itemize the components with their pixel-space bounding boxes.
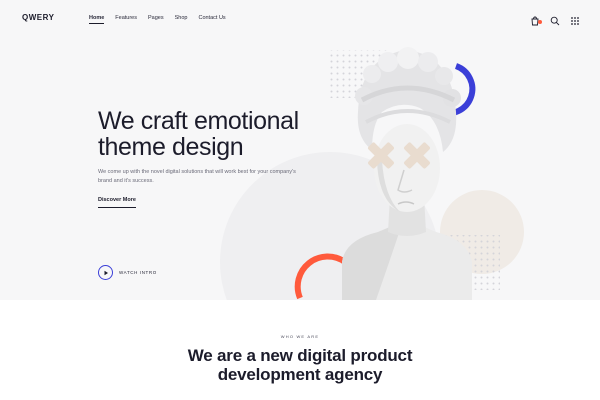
- x-eye-right: [404, 142, 430, 169]
- header-icons: [530, 13, 580, 26]
- red-arc: [294, 253, 347, 300]
- nav-features[interactable]: Features: [115, 15, 137, 21]
- nav-pages[interactable]: Pages: [148, 15, 164, 21]
- section-title: We are a new digital product development…: [150, 346, 450, 384]
- nav-contact-us[interactable]: Contact Us: [198, 15, 225, 21]
- hero-title-line1: We craft emotional: [98, 107, 299, 135]
- hero-subtitle: We come up with the novel digital soluti…: [98, 169, 296, 184]
- grid-menu-icon[interactable]: [570, 13, 580, 25]
- play-icon[interactable]: [98, 265, 113, 280]
- main-nav: Home Features Pages Shop Contact Us: [89, 15, 226, 24]
- section-eyebrow: WHO WE ARE: [280, 334, 320, 339]
- cart-badge: [538, 20, 542, 24]
- search-icon[interactable]: [550, 13, 560, 26]
- cart-icon[interactable]: [530, 13, 542, 26]
- watch-intro-button[interactable]: WATCH INTRO: [98, 265, 157, 280]
- hero-section: QWERY Home Features Pages Shop Contact U…: [0, 0, 600, 300]
- dot-pattern-bottom: [440, 235, 500, 290]
- beige-circle: [440, 190, 524, 274]
- watch-intro-label: WATCH INTRO: [119, 270, 157, 275]
- statue-bust: [342, 47, 472, 300]
- discover-more-button[interactable]: Discover More: [98, 197, 136, 208]
- logo[interactable]: QWERY: [22, 13, 54, 22]
- section-title-line1: We are a new digital product: [187, 346, 413, 365]
- x-eye-left: [368, 142, 394, 169]
- section-title-line2: development agency: [217, 365, 383, 384]
- nav-home[interactable]: Home: [89, 15, 105, 24]
- dot-pattern-top: [328, 50, 390, 98]
- hero-title: We craft emotional theme design: [98, 108, 338, 160]
- blue-arc: [439, 63, 476, 117]
- nav-shop[interactable]: Shop: [175, 15, 188, 21]
- hero-title-line2: theme design: [98, 133, 244, 161]
